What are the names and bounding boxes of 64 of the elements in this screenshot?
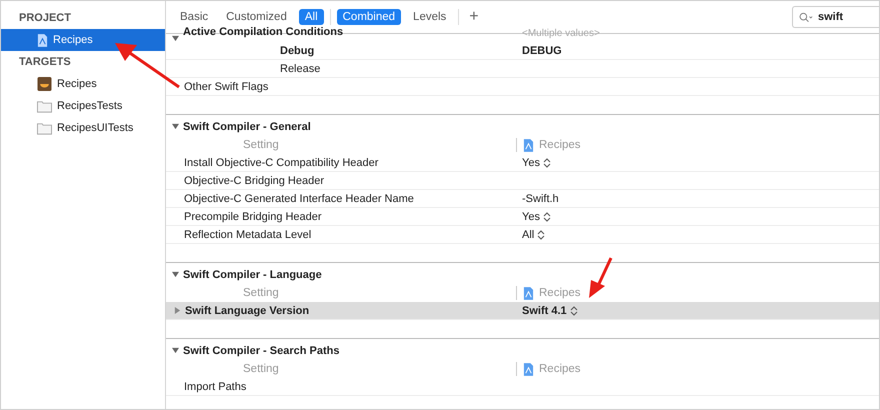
- setting-name: Objective-C Bridging Header: [184, 174, 324, 186]
- setting-value: DEBUG: [522, 44, 562, 56]
- column-header: Setting: [242, 287, 280, 299]
- setting-row[interactable]: Objective-C Bridging Header: [166, 172, 879, 190]
- view-tab[interactable]: Levels: [407, 9, 452, 25]
- section-title: Swift Compiler - Search Paths: [183, 344, 340, 356]
- search-field[interactable]: swift: [792, 6, 879, 28]
- setting-name: Reflection Metadata Level: [184, 228, 312, 240]
- setting-row[interactable]: Install Objective-C Compatibility Header Yes: [166, 154, 879, 172]
- setting-value[interactable]: Swift 4.1: [522, 304, 567, 316]
- setting-row[interactable]: Precompile Bridging Header Yes: [166, 208, 879, 226]
- folder-icon: [37, 99, 52, 113]
- disclosure-triangle-icon[interactable]: [172, 347, 179, 354]
- document-icon: [523, 286, 534, 300]
- setting-name: Other Swift Flags: [184, 80, 268, 92]
- multiple-values-text: <Multiple values>: [522, 28, 600, 39]
- section-title: Swift Compiler - Language: [183, 268, 322, 280]
- sidebar-heading: PROJECT: [18, 11, 72, 26]
- section-title: Swift Compiler - General: [183, 120, 311, 132]
- setting-name: Install Objective-C Compatibility Header: [184, 156, 378, 168]
- setting-name: Precompile Bridging Header: [184, 210, 322, 222]
- document-icon: [523, 138, 534, 152]
- disclosure-triangle-icon[interactable]: [172, 271, 179, 278]
- column-header: Recipes: [539, 139, 581, 151]
- document-icon: [523, 362, 534, 376]
- setting-name: Objective-C Generated Interface Header Name: [184, 192, 414, 204]
- setting-name: Release: [280, 62, 320, 74]
- column-header: Setting: [242, 139, 280, 151]
- setting-name: Swift Language Version: [185, 304, 310, 316]
- filter-tab[interactable]: All: [298, 9, 324, 25]
- setting-value: -Swift.h: [522, 192, 559, 204]
- annotation-arrow: [113, 41, 183, 91]
- setting-value[interactable]: Yes: [522, 156, 540, 168]
- setting-name: Import Paths: [184, 380, 246, 392]
- setting-row[interactable]: Debug DEBUG: [166, 42, 879, 60]
- disclosure-triangle-icon[interactable]: [174, 307, 181, 314]
- sidebar-item[interactable]: RecipesUITests: [1, 117, 165, 139]
- column-header: Recipes: [539, 287, 581, 299]
- bowl-icon: [37, 77, 52, 91]
- setting-name: Debug: [280, 44, 314, 56]
- setting-row[interactable]: Swift Language Version Swift 4.1: [166, 302, 879, 320]
- document-icon: [37, 34, 48, 46]
- sidebar-heading: TARGETS: [18, 55, 72, 70]
- section-title: Active Compilation Conditions: [183, 26, 344, 38]
- sidebar-item[interactable]: Recipes: [1, 29, 165, 51]
- setting-row[interactable]: Other Swift Flags: [166, 78, 879, 96]
- setting-row[interactable]: Import Paths: [166, 378, 879, 396]
- setting-row[interactable]: Release: [166, 60, 879, 78]
- sidebar-item[interactable]: Recipes: [1, 73, 165, 95]
- folder-icon: [37, 121, 52, 135]
- column-header: Setting: [242, 363, 280, 375]
- view-tab[interactable]: Combined: [336, 9, 402, 25]
- setting-row[interactable]: Reflection Metadata Level All: [166, 226, 879, 244]
- disclosure-triangle-icon[interactable]: [172, 123, 179, 130]
- column-header: Recipes: [539, 363, 581, 375]
- disclosure-triangle-icon[interactable]: [172, 34, 179, 42]
- sidebar-item[interactable]: RecipesTests: [1, 95, 165, 117]
- filter-tab[interactable]: Customized: [220, 9, 293, 25]
- search-icon: [799, 12, 813, 22]
- setting-value[interactable]: Yes: [522, 210, 540, 222]
- setting-row[interactable]: Objective-C Generated Interface Header Name -Swift.h: [166, 190, 879, 208]
- filter-tab[interactable]: Basic: [174, 9, 214, 25]
- setting-value[interactable]: All: [522, 228, 534, 240]
- add-button[interactable]: +: [465, 8, 483, 26]
